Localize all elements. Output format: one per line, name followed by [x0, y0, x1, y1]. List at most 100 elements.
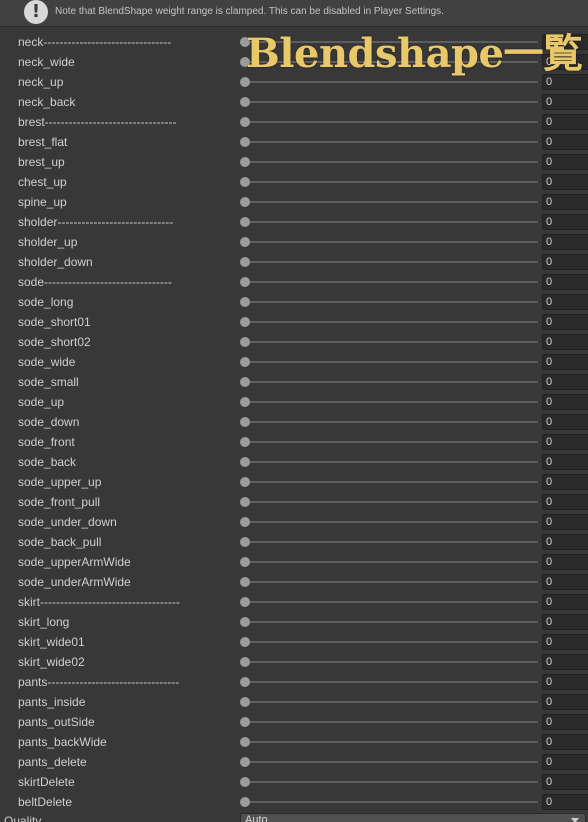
blendshape-weight-slider[interactable] — [240, 772, 538, 792]
slider-thumb[interactable] — [240, 697, 250, 707]
blendshape-weight-slider[interactable] — [240, 392, 538, 412]
slider-thumb[interactable] — [240, 457, 250, 467]
blendshape-weight-slider[interactable] — [240, 192, 538, 212]
blendshape-weight-slider[interactable] — [240, 792, 538, 812]
blendshape-value-field[interactable]: 0 — [542, 754, 588, 770]
blendshape-weight-slider[interactable] — [240, 172, 538, 192]
blendshape-value-field[interactable]: 0 — [542, 314, 588, 330]
blendshape-value-field[interactable]: 0 — [542, 254, 588, 270]
blendshape-value-field[interactable]: 0 — [542, 694, 588, 710]
slider-thumb[interactable] — [240, 77, 250, 87]
slider-thumb[interactable] — [240, 797, 250, 807]
blendshape-value-field[interactable]: 0 — [542, 794, 588, 810]
slider-thumb[interactable] — [240, 337, 250, 347]
slider-thumb[interactable] — [240, 657, 250, 667]
blendshape-value-field[interactable]: 0 — [542, 154, 588, 170]
blendshape-weight-slider[interactable] — [240, 552, 538, 572]
slider-thumb[interactable] — [240, 197, 250, 207]
slider-thumb[interactable] — [240, 737, 250, 747]
blendshape-value-field[interactable]: 0 — [542, 374, 588, 390]
blendshape-value-field[interactable]: 0 — [542, 594, 588, 610]
slider-thumb[interactable] — [240, 617, 250, 627]
slider-thumb[interactable] — [240, 517, 250, 527]
slider-thumb[interactable] — [240, 357, 250, 367]
blendshape-value-field[interactable]: 0 — [542, 294, 588, 310]
blendshape-value-field[interactable]: 0 — [542, 394, 588, 410]
slider-thumb[interactable] — [240, 317, 250, 327]
blendshape-weight-slider[interactable] — [240, 232, 538, 252]
blendshape-value-field[interactable]: 0 — [542, 614, 588, 630]
blendshape-weight-slider[interactable] — [240, 152, 538, 172]
blendshape-weight-slider[interactable] — [240, 272, 538, 292]
slider-thumb[interactable] — [240, 157, 250, 167]
slider-thumb[interactable] — [240, 257, 250, 267]
blendshape-weight-slider[interactable] — [240, 332, 538, 352]
blendshape-value-field[interactable]: 0 — [542, 194, 588, 210]
blendshape-value-field[interactable]: 0 — [542, 434, 588, 450]
slider-thumb[interactable] — [240, 377, 250, 387]
blendshape-weight-slider[interactable] — [240, 412, 538, 432]
blendshape-weight-slider[interactable] — [240, 212, 538, 232]
blendshape-weight-slider[interactable] — [240, 452, 538, 472]
blendshape-weight-slider[interactable] — [240, 652, 538, 672]
slider-thumb[interactable] — [240, 217, 250, 227]
slider-thumb[interactable] — [240, 137, 250, 147]
blendshape-weight-slider[interactable] — [240, 732, 538, 752]
slider-thumb[interactable] — [240, 117, 250, 127]
blendshape-weight-slider[interactable] — [240, 632, 538, 652]
slider-thumb[interactable] — [240, 437, 250, 447]
blendshape-value-field[interactable]: 0 — [542, 734, 588, 750]
slider-thumb[interactable] — [240, 777, 250, 787]
slider-thumb[interactable] — [240, 757, 250, 767]
slider-thumb[interactable] — [240, 637, 250, 647]
blendshape-value-field[interactable]: 0 — [542, 334, 588, 350]
blendshape-value-field[interactable]: 0 — [542, 234, 588, 250]
blendshape-weight-slider[interactable] — [240, 372, 538, 392]
blendshape-weight-slider[interactable] — [240, 252, 538, 272]
slider-thumb[interactable] — [240, 597, 250, 607]
blendshape-value-field[interactable]: 0 — [542, 414, 588, 430]
slider-thumb[interactable] — [240, 177, 250, 187]
blendshape-weight-slider[interactable] — [240, 512, 538, 532]
blendshape-weight-slider[interactable] — [240, 532, 538, 552]
blendshape-weight-slider[interactable] — [240, 132, 538, 152]
blendshape-value-field[interactable]: 0 — [542, 554, 588, 570]
blendshape-weight-slider[interactable] — [240, 312, 538, 332]
blendshape-value-field[interactable]: 0 — [542, 354, 588, 370]
blendshape-value-field[interactable]: 0 — [542, 674, 588, 690]
slider-thumb[interactable] — [240, 717, 250, 727]
blendshape-value-field[interactable]: 0 — [542, 134, 588, 150]
blendshape-weight-slider[interactable] — [240, 712, 538, 732]
blendshape-value-field[interactable]: 0 — [542, 714, 588, 730]
blendshape-value-field[interactable]: 0 — [542, 534, 588, 550]
blendshape-weight-slider[interactable] — [240, 752, 538, 772]
blendshape-value-field[interactable]: 0 — [542, 114, 588, 130]
slider-thumb[interactable] — [240, 297, 250, 307]
blendshape-value-field[interactable]: 0 — [542, 514, 588, 530]
slider-thumb[interactable] — [240, 397, 250, 407]
slider-thumb[interactable] — [240, 277, 250, 287]
blendshape-value-field[interactable]: 0 — [542, 774, 588, 790]
slider-thumb[interactable] — [240, 417, 250, 427]
slider-thumb[interactable] — [240, 97, 250, 107]
blendshape-weight-slider[interactable] — [240, 492, 538, 512]
slider-thumb[interactable] — [240, 537, 250, 547]
blendshape-value-field[interactable]: 0 — [542, 654, 588, 670]
slider-thumb[interactable] — [240, 557, 250, 567]
blendshape-value-field[interactable]: 0 — [542, 454, 588, 470]
slider-thumb[interactable] — [240, 677, 250, 687]
slider-thumb[interactable] — [240, 477, 250, 487]
blendshape-weight-slider[interactable] — [240, 572, 538, 592]
blendshape-value-field[interactable]: 0 — [542, 494, 588, 510]
quality-dropdown[interactable]: Auto — [240, 813, 586, 822]
blendshape-weight-slider[interactable] — [240, 432, 538, 452]
blendshape-weight-slider[interactable] — [240, 112, 538, 132]
blendshape-weight-slider[interactable] — [240, 92, 538, 112]
blendshape-weight-slider[interactable] — [240, 352, 538, 372]
blendshape-value-field[interactable]: 0 — [542, 474, 588, 490]
blendshape-value-field[interactable]: 0 — [542, 274, 588, 290]
blendshape-value-field[interactable]: 0 — [542, 94, 588, 110]
blendshape-value-field[interactable]: 0 — [542, 634, 588, 650]
blendshape-weight-slider[interactable] — [240, 672, 538, 692]
blendshape-weight-slider[interactable] — [240, 612, 538, 632]
